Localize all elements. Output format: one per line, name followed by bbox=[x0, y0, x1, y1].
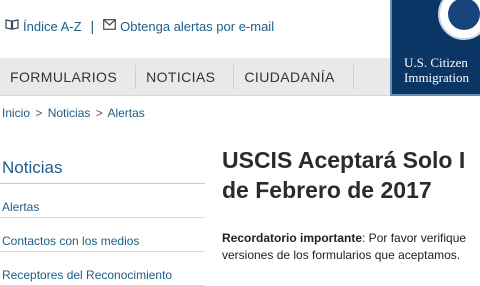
nav-item-formularios[interactable]: FORMULARIOS bbox=[0, 64, 137, 89]
sidebar-menu: Alertas Contactos con los medios Recepto… bbox=[0, 184, 205, 286]
index-link[interactable]: Índice A-Z bbox=[23, 19, 82, 34]
book-icon bbox=[5, 19, 19, 33]
sidebar-item-alertas[interactable]: Alertas bbox=[0, 184, 205, 218]
lead-text: : Por favor verifique bbox=[362, 231, 467, 245]
mail-icon bbox=[103, 19, 117, 33]
breadcrumb-inicio[interactable]: Inicio bbox=[2, 106, 30, 120]
sidebar-item-receptores[interactable]: Receptores del Reconocimiento bbox=[0, 252, 205, 286]
breadcrumb-separator: > bbox=[95, 106, 103, 120]
nav-item-noticias[interactable]: NOTICIAS bbox=[136, 64, 235, 89]
article-line2: versiones de los formularios que aceptam… bbox=[222, 248, 461, 262]
agency-logo-block[interactable]: U.S. Citizen Immigration bbox=[390, 0, 480, 96]
utility-separator: | bbox=[90, 18, 95, 34]
sidebar-item-contactos[interactable]: Contactos con los medios bbox=[0, 218, 205, 252]
sidebar-title[interactable]: Noticias bbox=[2, 158, 62, 178]
main-nav: FORMULARIOS NOTICIAS CIUDADANÍA bbox=[0, 58, 390, 96]
agency-name: U.S. Citizen Immigration bbox=[404, 55, 469, 85]
agency-name-line2: Immigration bbox=[404, 70, 469, 85]
breadcrumb-alertas[interactable]: Alertas bbox=[107, 106, 144, 120]
page-title-line1: USCIS Aceptará Solo I bbox=[222, 147, 466, 173]
article-body: Recordatorio importante: Por favor verif… bbox=[222, 230, 480, 264]
breadcrumb: Inicio > Noticias > Alertas bbox=[2, 106, 145, 120]
page-title-line2: de Febrero de 2017 bbox=[222, 177, 432, 203]
page-title: USCIS Aceptará Solo I de Febrero de 2017 bbox=[222, 145, 480, 205]
breadcrumb-noticias[interactable]: Noticias bbox=[48, 106, 91, 120]
email-alerts-link[interactable]: Obtenga alertas por e-mail bbox=[120, 19, 274, 34]
utility-links: Índice A-Z | Obtenga alertas por e-mail bbox=[5, 18, 274, 34]
breadcrumb-separator: > bbox=[35, 106, 43, 120]
nav-item-ciudadania[interactable]: CIUDADANÍA bbox=[234, 64, 354, 89]
agency-name-line1: U.S. Citizen bbox=[404, 55, 468, 70]
article-lead: Recordatorio importante: Por favor verif… bbox=[222, 230, 480, 247]
lead-label: Recordatorio importante bbox=[222, 231, 363, 245]
dhs-seal-icon bbox=[438, 0, 480, 40]
